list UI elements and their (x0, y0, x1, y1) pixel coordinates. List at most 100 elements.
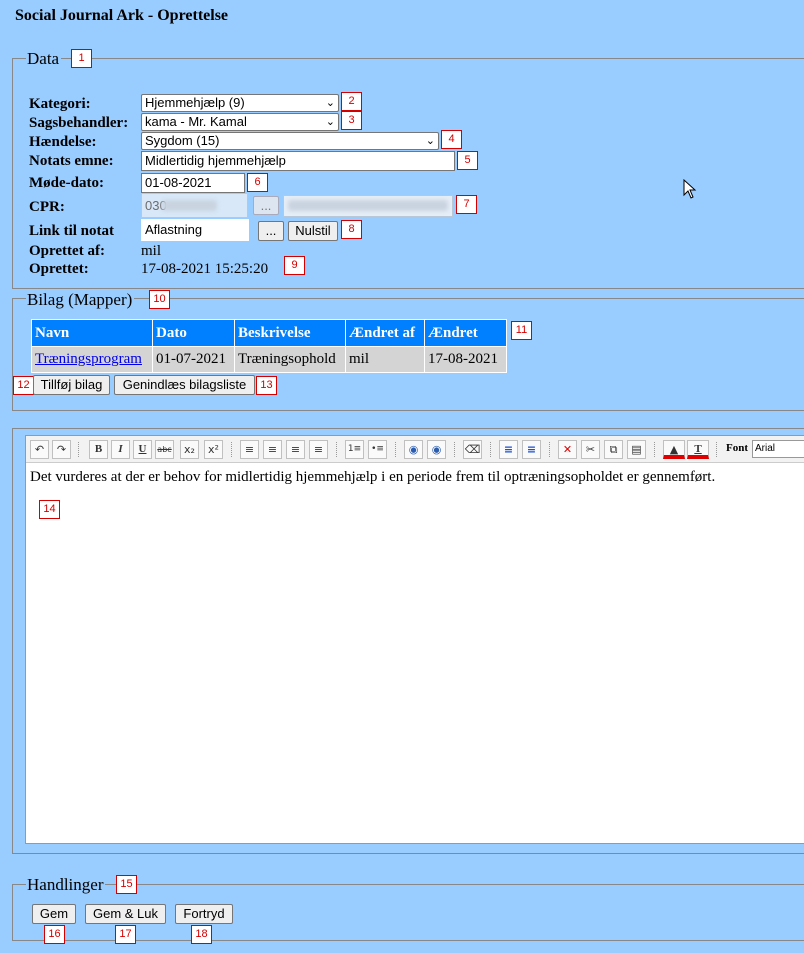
underline-icon[interactable]: U (133, 440, 152, 459)
column-header[interactable]: Ændret (424, 319, 507, 347)
table-cell-aendret-af: mil (345, 346, 425, 373)
table-cell-dato: 01-07-2021 (152, 346, 235, 373)
badge-11: 11 (511, 321, 532, 340)
undo-icon[interactable]: ↶ (30, 440, 49, 459)
numbered-list-icon[interactable]: 1≡ (345, 440, 364, 459)
cpr-label: CPR: (29, 199, 65, 215)
cut-icon[interactable]: ✂ (581, 440, 600, 459)
column-header[interactable]: Beskrivelse (234, 319, 346, 347)
background-color-icon[interactable]: ▲ (663, 440, 685, 459)
fortryd-button[interactable]: Fortryd (175, 904, 233, 924)
table-cell-beskrivelse: Træningsophold (234, 346, 346, 373)
bilag-link[interactable]: Træningsprogram (35, 351, 142, 367)
badge-2: 2 (341, 92, 362, 111)
superscript-icon[interactable]: x² (204, 440, 223, 459)
toolbar-separator (336, 442, 338, 457)
oprettet-label: Oprettet: (29, 261, 89, 277)
link-browse-button[interactable]: ... (258, 221, 284, 241)
toolbar-separator (454, 442, 456, 457)
data-legend: Data (26, 49, 62, 69)
italic-icon[interactable]: I (111, 440, 130, 459)
oprettet-af-label: Oprettet af: (29, 243, 105, 259)
reload-bilag-button[interactable]: Genindlæs bilagsliste (114, 375, 255, 395)
replace-icon[interactable]: ◉ (427, 440, 446, 459)
toolbar-separator (549, 442, 551, 457)
page-title: Social Journal Ark - Oprettelse (15, 7, 229, 24)
eraser-icon[interactable]: ⌫ (463, 440, 482, 459)
sagsbehandler-label: Sagsbehandler: (29, 115, 129, 131)
paste-icon[interactable]: ▤ (627, 440, 646, 459)
editor-toolbar: ↶ ↷ B I U abc x₂ x² ≡ ≡ ≡ ≡ 1≡ •≡ ◉ ◉ ⌫ … (26, 436, 804, 463)
badge-10: 10 (149, 290, 170, 309)
bilag-header-row: Navn Dato Beskrivelse Ændret af Ændret (31, 319, 507, 347)
toolbar-separator (395, 442, 397, 457)
badge-16: 16 (44, 925, 65, 944)
badge-18: 18 (191, 925, 212, 944)
column-header[interactable]: Dato (152, 319, 235, 347)
copy-icon[interactable]: ⧉ (604, 440, 623, 459)
badge-9: 9 (284, 256, 305, 275)
modedato-field[interactable]: 01-08-2021 (141, 173, 245, 193)
oprettet-value: 17-08-2021 15:25:20 (141, 261, 269, 277)
text-color-icon[interactable]: T (687, 440, 709, 459)
column-header[interactable]: Ændret af (345, 319, 425, 347)
chevron-down-icon: ⌄ (325, 97, 335, 109)
toolbar-separator (78, 442, 80, 457)
subscript-icon[interactable]: x₂ (180, 440, 199, 459)
badge-13: 13 (256, 376, 277, 395)
badge-15: 15 (116, 875, 137, 894)
gem-luk-button[interactable]: Gem & Luk (85, 904, 166, 924)
handlinger-legend: Handlinger (26, 875, 106, 895)
cpr-redacted (162, 200, 217, 211)
add-bilag-button[interactable]: Tillføj bilag (33, 375, 110, 395)
table-row: Træningsprogram 01-07-2021 Træningsophol… (31, 346, 507, 373)
strikethrough-icon[interactable]: abc (155, 440, 174, 459)
link-field[interactable]: Aflastning (141, 219, 249, 241)
cpr-name-redacted (288, 200, 448, 211)
rich-text-editor[interactable]: ↶ ↷ B I U abc x₂ x² ≡ ≡ ≡ ≡ 1≡ •≡ ◉ ◉ ⌫ … (25, 435, 804, 844)
find-icon[interactable]: ◉ (404, 440, 423, 459)
column-header[interactable]: Navn (31, 319, 153, 347)
nulstil-button[interactable]: Nulstil (288, 221, 338, 241)
table-cell-navn: Træningsprogram (31, 346, 153, 373)
badge-6: 6 (247, 173, 268, 192)
emne-field[interactable]: Midlertidig hjemmehjælp (141, 151, 455, 171)
paragraph-icon[interactable]: ≡ (499, 440, 518, 459)
toolbar-separator (716, 442, 718, 457)
bilag-legend: Bilag (Mapper) (26, 290, 135, 310)
sagsbehandler-select[interactable]: kama - Mr. Kamal ⌄ (141, 113, 339, 131)
justify-icon[interactable]: ≡ (309, 440, 328, 459)
link-label: Link til notat (29, 223, 115, 239)
badge-17: 17 (115, 925, 136, 944)
cpr-lookup-button[interactable]: ... (253, 196, 279, 215)
gem-button[interactable]: Gem (32, 904, 76, 924)
oprettet-af-value: mil (141, 243, 162, 259)
toolbar-separator (654, 442, 656, 457)
redo-icon[interactable]: ↷ (52, 440, 71, 459)
bilag-table: Navn Dato Beskrivelse Ændret af Ændret T… (31, 319, 507, 373)
badge-7: 7 (456, 195, 477, 214)
badge-3: 3 (341, 111, 362, 130)
haendelse-select[interactable]: Sygdom (15) ⌄ (141, 132, 439, 150)
table-cell-aendret: 17-08-2021 (424, 346, 507, 373)
align-center-icon[interactable]: ≡ (263, 440, 282, 459)
align-left-icon[interactable]: ≡ (240, 440, 259, 459)
kategori-select[interactable]: Hjemmehjælp (9) ⌄ (141, 94, 339, 112)
badge-12: 12 (13, 376, 34, 395)
kategori-value: Hjemmehjælp (9) (145, 95, 245, 110)
sagsbehandler-value: kama - Mr. Kamal (145, 114, 247, 129)
remove-format-icon[interactable]: ≡ (522, 440, 541, 459)
align-right-icon[interactable]: ≡ (286, 440, 305, 459)
bullet-list-icon[interactable]: •≡ (368, 440, 387, 459)
chevron-down-icon: ⌄ (325, 116, 335, 128)
bold-icon[interactable]: B (89, 440, 108, 459)
font-select[interactable]: Arial (752, 440, 804, 458)
toolbar-separator (231, 442, 233, 457)
delete-icon[interactable]: ✕ (558, 440, 577, 459)
badge-4: 4 (441, 130, 462, 149)
badge-14: 14 (39, 500, 60, 519)
editor-content[interactable]: Det vurderes at der er behov for midlert… (30, 468, 715, 486)
chevron-down-icon: ⌄ (425, 135, 435, 147)
badge-8: 8 (341, 220, 362, 239)
kategori-label: Kategori: (29, 96, 91, 112)
